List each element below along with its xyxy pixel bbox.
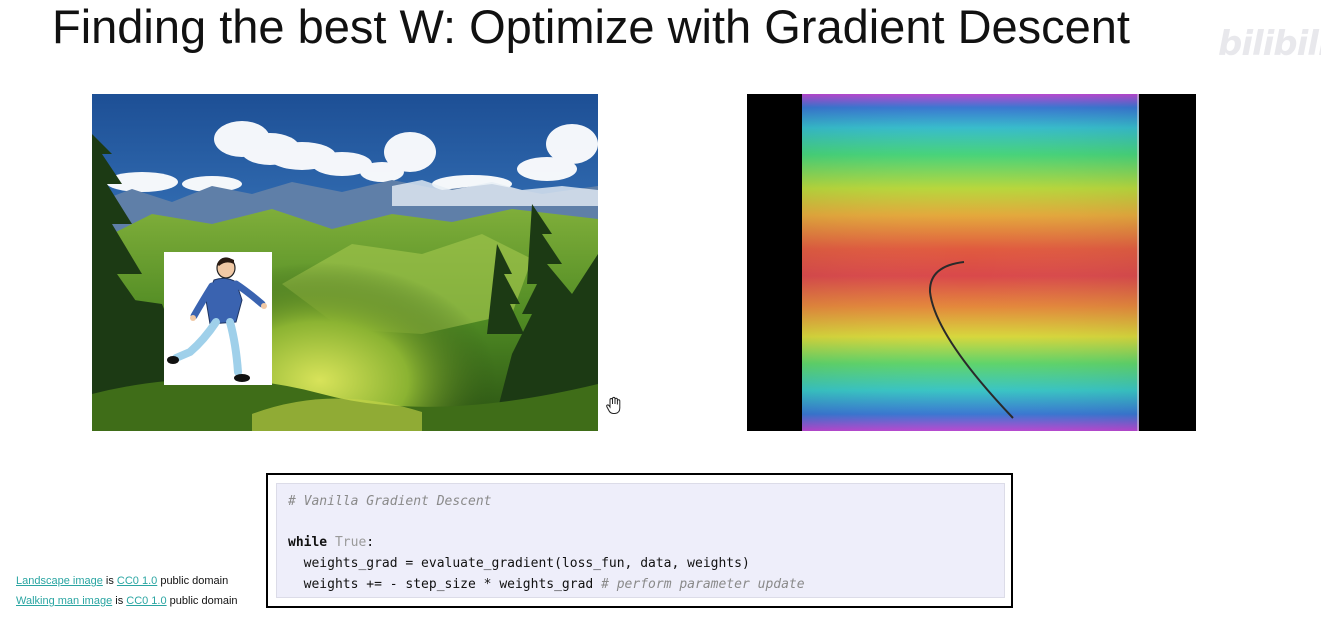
landscape-license-link[interactable]: CC0 1.0 bbox=[117, 575, 157, 587]
landscape-image-link[interactable]: Landscape image bbox=[16, 575, 103, 587]
walker-image-link[interactable]: Walking man image bbox=[16, 595, 112, 607]
slide-title: Finding the best W: Optimize with Gradie… bbox=[52, 0, 1130, 53]
code-snippet-frame: # Vanilla Gradient Descent while True: w… bbox=[266, 473, 1013, 608]
code-gradient-line: weights_grad = evaluate_gradient(loss_fu… bbox=[288, 556, 750, 571]
walking-man-image bbox=[164, 252, 272, 385]
landscape-credit: Landscape image is CC0 1.0 public domain bbox=[16, 575, 229, 587]
code-update-line: weights += - step_size * weights_grad # … bbox=[288, 577, 805, 592]
code-block: # Vanilla Gradient Descent while True: w… bbox=[276, 483, 1005, 598]
walker-credit: Walking man image is CC0 1.0 public doma… bbox=[16, 595, 238, 607]
loss-surface-heatmap bbox=[747, 94, 1196, 431]
slide: Finding the best W: Optimize with Gradie… bbox=[0, 0, 1321, 622]
bilibili-watermark: bilibili bbox=[1218, 24, 1321, 64]
landscape-image bbox=[92, 94, 598, 431]
code-while-line: while True: bbox=[288, 535, 375, 550]
hand-cursor-icon bbox=[604, 396, 624, 421]
walker-license-link[interactable]: CC0 1.0 bbox=[126, 595, 166, 607]
code-comment-line: # Vanilla Gradient Descent bbox=[288, 494, 492, 509]
